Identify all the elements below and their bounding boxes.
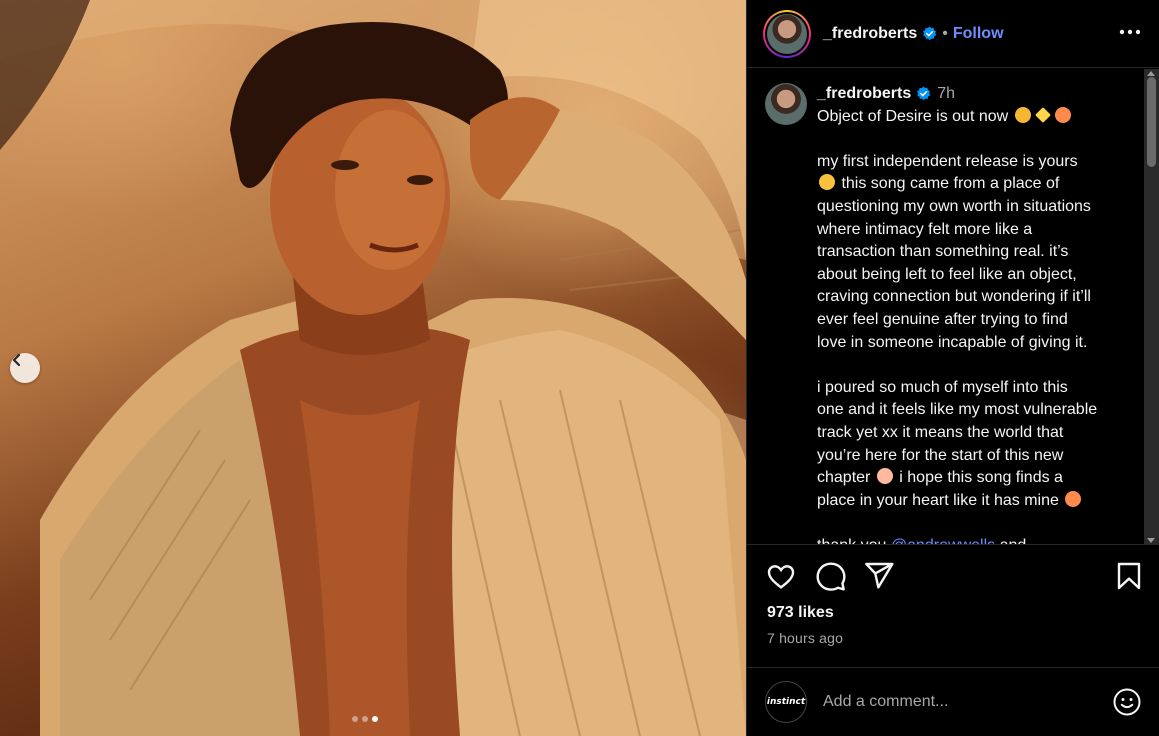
scroll-up-arrow[interactable]	[1147, 71, 1155, 76]
separator-dot: •	[942, 24, 948, 42]
scrollbar-thumb[interactable]	[1147, 77, 1156, 167]
post-actions	[765, 560, 1145, 596]
carousel-dot	[362, 716, 368, 722]
bookmark-icon	[1117, 562, 1141, 590]
caption-line: one and it feels like my most vulnerable	[817, 401, 1098, 419]
orange-heart-emoji-icon	[1065, 490, 1082, 507]
caption-scroll-area[interactable]: _fredroberts 7h Object of Desire is out n…	[747, 69, 1159, 545]
save-button[interactable]	[1113, 560, 1145, 592]
follow-button[interactable]: Follow	[953, 25, 1004, 43]
paper-plane-icon	[865, 562, 894, 589]
like-button[interactable]	[765, 560, 797, 592]
username-link[interactable]: _fredroberts	[823, 25, 917, 43]
caption-line: love in someone incapable of giving it.	[817, 333, 1088, 351]
caption-line: chapter i hope this song finds a	[817, 468, 1063, 487]
commenter-avatar[interactable]: instinct	[765, 681, 807, 723]
smiley-icon	[1113, 688, 1141, 716]
scroll-down-arrow[interactable]	[1147, 538, 1155, 543]
caption-line: track yet xx it means the world that	[817, 423, 1064, 441]
verified-badge-icon	[917, 86, 931, 101]
caption-line: ever feel genuine after trying to find	[817, 310, 1068, 328]
caption-line: about being left to feel like an object,	[817, 265, 1077, 283]
caption-line: questioning my own worth in situations	[817, 197, 1091, 215]
comment-input[interactable]	[823, 693, 1112, 711]
caption: _fredroberts 7h Object of Desire is out n…	[747, 69, 1159, 544]
caption-line: Object of Desire is out now	[817, 106, 1127, 129]
carousel-dot	[352, 716, 358, 722]
chevron-left-icon	[12, 353, 21, 367]
comment-button[interactable]	[815, 560, 847, 592]
like-count[interactable]: 973 likes	[767, 604, 834, 622]
caption-line: where intimacy felt more like a	[817, 220, 1033, 238]
heart-icon	[767, 565, 795, 589]
avatar[interactable]	[767, 13, 807, 54]
verified-badge-icon	[923, 26, 937, 41]
caption-body: _fredroberts 7h Object of Desire is out n…	[817, 83, 1127, 544]
caption-line: transaction than something real. it’s	[817, 243, 1069, 261]
post-timestamp[interactable]: 7 hours ago	[767, 630, 843, 646]
caption-line: this song came from a place of	[817, 173, 1127, 196]
caption-timestamp[interactable]: 7h	[937, 85, 955, 102]
caption-line: my first independent release is yours	[817, 152, 1078, 170]
caption-avatar[interactable]	[765, 83, 807, 125]
pleading-face-emoji-icon	[819, 174, 835, 191]
header-user: _fredroberts • Follow	[823, 25, 1004, 43]
commenter-avatar-logo: instinct	[766, 697, 806, 707]
post-photo[interactable]	[0, 0, 746, 736]
caption-line: place in your heart like it has mine	[817, 490, 1127, 513]
carousel-prev-button[interactable]	[10, 353, 40, 383]
post-header: _fredroberts • Follow	[747, 0, 1159, 68]
emoji-picker-button[interactable]	[1112, 687, 1142, 717]
caption-line: craving connection but wondering if it’l…	[817, 288, 1091, 306]
caption-line: you’re here for the start of this new	[817, 446, 1064, 464]
caption-line: thank you @andrewwells and	[817, 535, 1127, 544]
carousel-indicator	[352, 716, 378, 722]
heart-hands-emoji-icon	[876, 468, 893, 485]
carousel-dot-active	[372, 716, 378, 722]
crying-face-emoji-icon	[1014, 106, 1031, 123]
more-options-button[interactable]	[1117, 22, 1143, 42]
post-side-panel: _fredroberts • Follow _fredroberts 7h Obj…	[746, 0, 1159, 736]
photo-illustration	[0, 0, 746, 736]
ellipsis-icon	[1119, 29, 1141, 35]
story-ring[interactable]	[763, 9, 811, 58]
orange-heart-emoji-icon	[1054, 106, 1071, 123]
comment-composer: instinct	[747, 667, 1159, 736]
mention-link[interactable]: @andrewwells	[891, 537, 995, 544]
share-button[interactable]	[863, 560, 895, 592]
caption-username[interactable]: _fredroberts	[817, 85, 911, 102]
caption-line: i poured so much of myself into this	[817, 378, 1068, 396]
caption-scrollbar[interactable]	[1144, 69, 1159, 545]
sparkles-emoji-icon	[1034, 106, 1051, 123]
speech-bubble-icon	[816, 562, 846, 591]
